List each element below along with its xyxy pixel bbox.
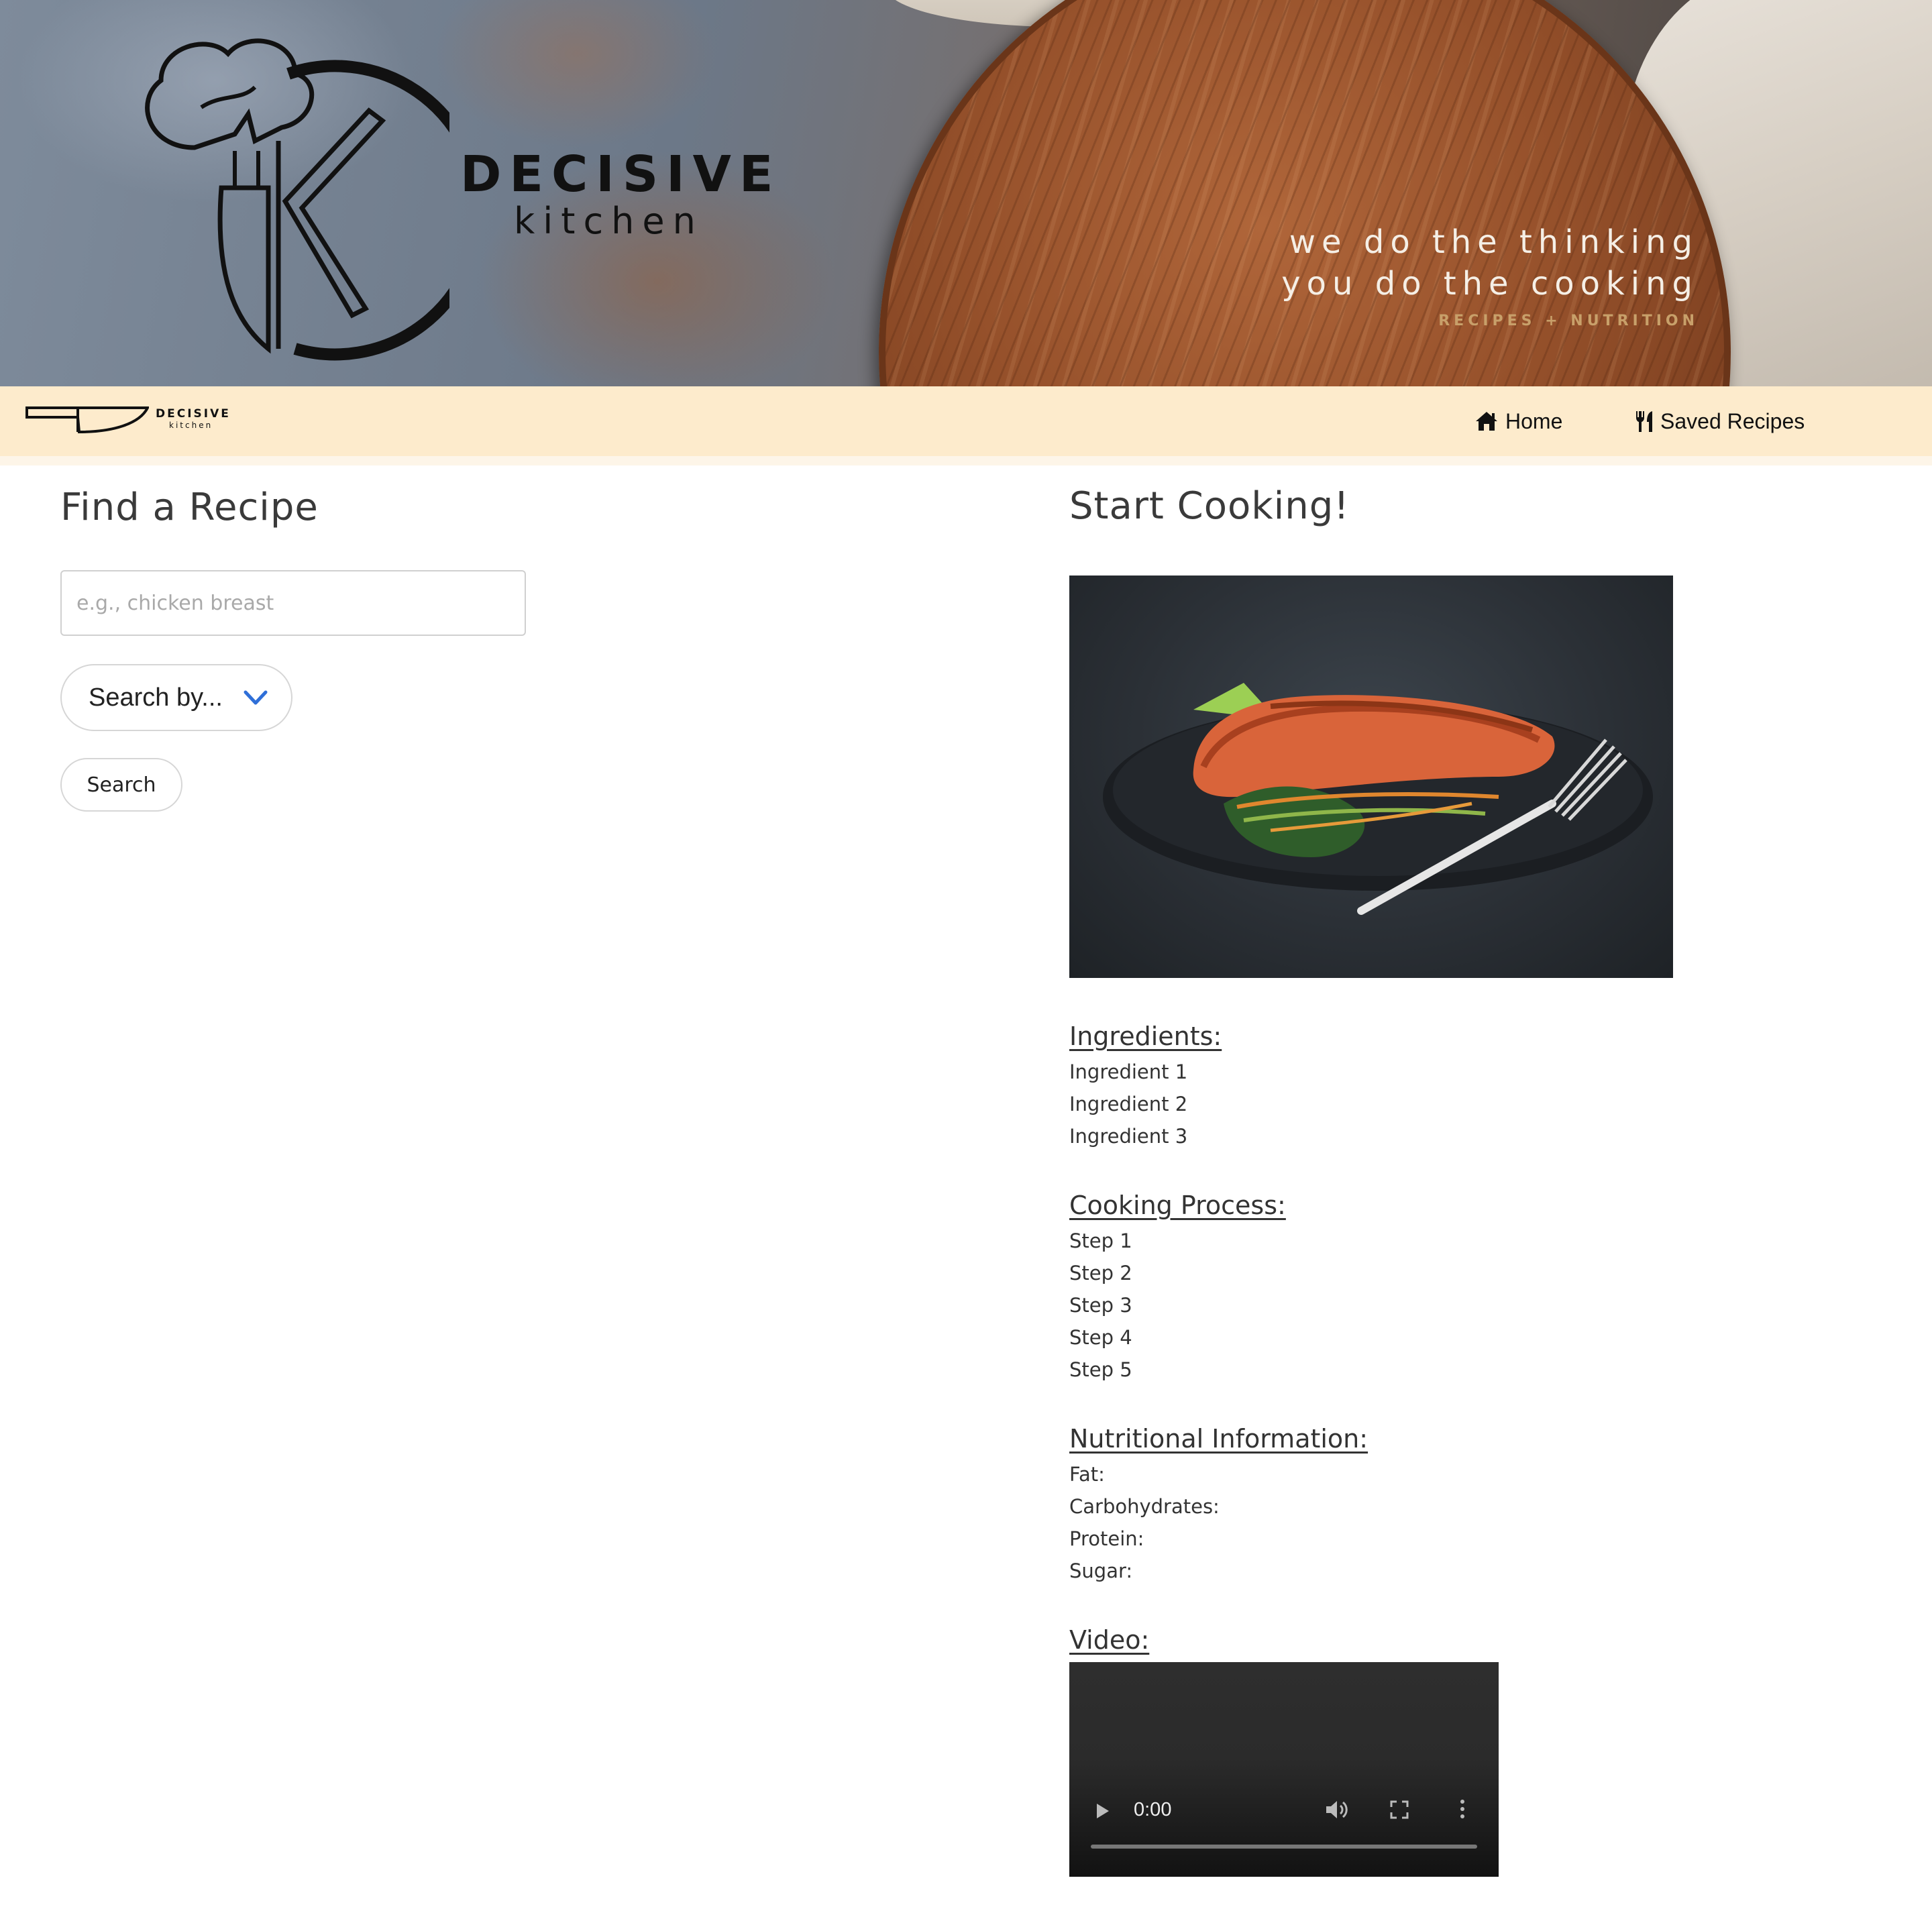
volume-icon[interactable] [1324, 1798, 1350, 1821]
ingredient-item: Ingredient 3 [1069, 1125, 1188, 1148]
home-icon [1476, 412, 1497, 431]
chevron-down-icon [244, 690, 268, 705]
tagline-line-2: you do the cooking [1281, 265, 1699, 303]
nutrition-sugar: Sugar: [1069, 1559, 1133, 1582]
play-icon[interactable] [1095, 1802, 1111, 1820]
nutrition-fat: Fat: [1069, 1463, 1105, 1486]
step-item: Step 1 [1069, 1229, 1132, 1252]
tagline-line-1: we do the thinking [1289, 223, 1699, 261]
video-section: Video: [1069, 1623, 1149, 1659]
step-item: Step 4 [1069, 1326, 1132, 1349]
start-cooking-heading: Start Cooking! [1069, 484, 1350, 528]
cooking-process-section: Cooking Process: Step 1 Step 2 Step 3 St… [1069, 1189, 1286, 1386]
video-player[interactable]: 0:00 [1069, 1662, 1499, 1877]
video-title: Video: [1069, 1625, 1150, 1655]
step-item: Step 5 [1069, 1358, 1132, 1381]
utensils-icon [1636, 411, 1652, 432]
salmon-plate-image [1069, 576, 1673, 978]
salmon-plate-illustration [1103, 683, 1653, 915]
cooking-process-title: Cooking Process: [1069, 1191, 1286, 1220]
nav-logo[interactable]: DECISIVE kitchen [25, 404, 231, 433]
nav-saved-recipes-link[interactable]: Saved Recipes [1635, 406, 1805, 436]
ingredient-item: Ingredient 1 [1069, 1060, 1188, 1083]
hero-brand-title: DECISIVE [460, 146, 782, 203]
hero-brand-subtitle: kitchen [514, 200, 704, 242]
knife-logo-icon [25, 406, 149, 433]
nutrition-section: Nutritional Information: Fat: Carbohydra… [1069, 1422, 1368, 1587]
nav-brand: DECISIVE kitchen [156, 407, 231, 430]
nav-home-link[interactable]: Home [1474, 406, 1562, 436]
tagline-sub: RECIPES + NUTRITION [1438, 313, 1699, 329]
nav-brand-title: DECISIVE [156, 407, 231, 421]
nav-home-label: Home [1505, 408, 1563, 433]
fullscreen-icon[interactable] [1390, 1800, 1409, 1819]
step-item: Step 2 [1069, 1262, 1132, 1284]
search-input[interactable] [60, 570, 526, 636]
hero-tagline: we do the thinking you do the cooking RE… [1281, 221, 1699, 329]
navbar: DECISIVE kitchen Home Saved Recipes [0, 386, 1932, 465]
nutrition-title: Nutritional Information: [1069, 1424, 1368, 1454]
video-progress-bar[interactable] [1091, 1845, 1477, 1849]
nav-brand-subtitle: kitchen [169, 421, 213, 430]
ingredient-item: Ingredient 2 [1069, 1093, 1188, 1115]
nav-saved-label: Saved Recipes [1660, 408, 1805, 433]
search-by-label: Search by... [89, 683, 223, 712]
step-item: Step 3 [1069, 1294, 1132, 1317]
find-recipe-heading: Find a Recipe [60, 486, 319, 529]
ingredients-title: Ingredients: [1069, 1022, 1222, 1051]
search-by-select[interactable]: Search by... [60, 664, 292, 731]
hero-brand: DECISIVE kitchen [460, 148, 781, 241]
video-time: 0:00 [1134, 1799, 1172, 1820]
hero-banner: DECISIVE kitchen we do the thinking you … [0, 0, 1932, 386]
search-button[interactable]: Search [60, 758, 182, 812]
more-options-icon[interactable] [1460, 1799, 1465, 1819]
nutrition-carbohydrates: Carbohydrates: [1069, 1495, 1220, 1518]
chef-knife-k-logo-icon [145, 38, 449, 361]
nutrition-protein: Protein: [1069, 1527, 1144, 1550]
ingredients-section: Ingredients: Ingredient 1 Ingredient 2 I… [1069, 1020, 1222, 1152]
